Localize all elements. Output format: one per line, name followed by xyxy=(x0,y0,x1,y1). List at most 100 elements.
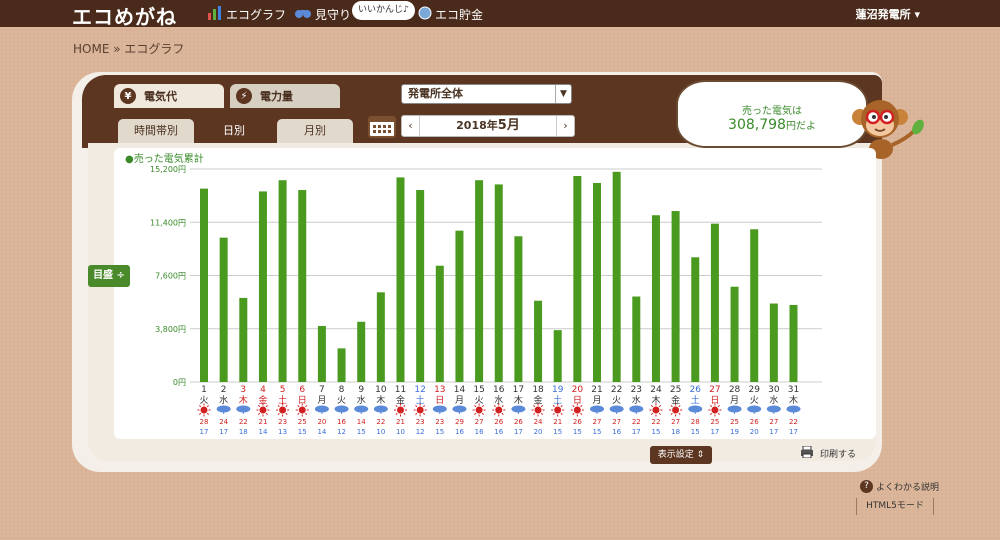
x-tick-day: 13 xyxy=(434,385,445,395)
x-tick-weekday: 月 xyxy=(730,395,739,406)
sun-ray xyxy=(297,412,300,415)
bar xyxy=(239,297,248,382)
sun-ray xyxy=(709,412,713,415)
question-icon: ? xyxy=(860,480,873,493)
bar xyxy=(534,300,543,382)
temp-high: 28 xyxy=(691,418,700,426)
bar xyxy=(357,321,366,382)
temp-low: 18 xyxy=(239,428,248,436)
x-tick-day: 16 xyxy=(493,385,505,395)
temp-low: 17 xyxy=(632,428,641,436)
x-tick-day: 18 xyxy=(532,385,544,395)
sun-ray xyxy=(474,412,477,415)
temp-low: 17 xyxy=(789,428,798,436)
temp-high: 26 xyxy=(494,418,503,426)
temp-low: 16 xyxy=(475,428,484,436)
sun-ray xyxy=(658,412,661,415)
x-tick-day: 31 xyxy=(788,385,799,395)
temp-low: 15 xyxy=(553,428,562,436)
y-tick-label: 3,800円 xyxy=(155,325,186,334)
temp-low: 10 xyxy=(396,428,405,436)
sun-ray xyxy=(415,412,418,415)
x-tick-day: 17 xyxy=(513,385,524,395)
help-label: よくわかる説明 xyxy=(876,483,940,493)
bar xyxy=(435,265,444,382)
sun-ray xyxy=(552,412,555,415)
sun-icon xyxy=(573,406,581,414)
sun-ray xyxy=(258,412,261,415)
temp-high: 27 xyxy=(475,418,484,426)
print-button[interactable]: 印刷する xyxy=(800,445,856,461)
sun-icon xyxy=(711,406,719,414)
temp-high: 21 xyxy=(396,418,405,426)
temp-low: 15 xyxy=(691,428,700,436)
x-tick-weekday: 火 xyxy=(612,395,621,406)
temp-low: 12 xyxy=(337,428,346,436)
temp-low: 18 xyxy=(671,428,680,436)
sun-icon xyxy=(259,406,267,414)
temp-high: 27 xyxy=(593,418,602,426)
sun-icon xyxy=(416,406,424,414)
bar xyxy=(671,211,680,382)
y-tick-label: 11,400円 xyxy=(150,218,186,227)
sun-icon xyxy=(672,406,680,414)
temp-low: 15 xyxy=(298,428,307,436)
x-tick-day: 29 xyxy=(748,385,760,395)
sun-ray xyxy=(403,412,406,415)
bar xyxy=(376,292,385,382)
bar xyxy=(317,325,326,382)
sun-ray xyxy=(717,412,720,415)
x-tick-weekday: 水 xyxy=(769,394,778,406)
sun-icon xyxy=(200,406,208,414)
x-tick-day: 22 xyxy=(611,385,622,395)
x-tick-weekday: 土 xyxy=(691,394,700,406)
x-tick-day: 5 xyxy=(280,385,286,395)
sun-ray xyxy=(277,412,280,415)
bar xyxy=(789,304,798,382)
temp-high: 22 xyxy=(651,418,660,426)
temp-low: 10 xyxy=(376,428,385,436)
x-tick-weekday: 日 xyxy=(435,395,444,406)
temp-high: 16 xyxy=(337,418,346,426)
x-tick-weekday: 火 xyxy=(337,395,346,406)
temp-low: 14 xyxy=(258,428,267,436)
bar xyxy=(416,190,425,382)
bar xyxy=(475,180,484,382)
sun-ray xyxy=(560,412,563,415)
x-tick-day: 8 xyxy=(339,385,345,395)
temp-high: 24 xyxy=(219,418,228,426)
temp-high: 22 xyxy=(632,418,641,426)
sun-icon xyxy=(495,406,503,414)
x-tick-day: 12 xyxy=(414,385,425,395)
temp-low: 12 xyxy=(416,428,425,436)
x-tick-day: 24 xyxy=(650,385,662,395)
sun-ray xyxy=(540,412,543,415)
bar xyxy=(278,180,287,382)
x-tick-day: 25 xyxy=(670,385,681,395)
x-tick-day: 30 xyxy=(768,385,780,395)
x-tick-day: 10 xyxy=(375,385,387,395)
bar xyxy=(396,177,405,382)
sun-ray xyxy=(481,412,485,415)
temp-high: 23 xyxy=(278,418,287,426)
html5-mode-button[interactable]: HTML5モード xyxy=(856,498,934,515)
temp-low: 15 xyxy=(357,428,366,436)
temp-high: 25 xyxy=(298,418,307,426)
bar xyxy=(651,215,660,382)
x-tick-weekday: 木 xyxy=(239,394,248,406)
sun-ray xyxy=(501,412,504,415)
help-link[interactable]: ? よくわかる説明 xyxy=(860,480,939,493)
temp-high: 14 xyxy=(357,418,366,426)
x-tick-weekday: 月 xyxy=(592,395,601,406)
bar xyxy=(593,183,601,382)
temp-high: 25 xyxy=(730,418,739,426)
display-settings-button[interactable]: 表示設定 ⇕ xyxy=(650,446,712,464)
temp-low: 17 xyxy=(200,428,209,436)
x-tick-weekday: 木 xyxy=(514,394,523,406)
temp-high: 28 xyxy=(200,418,209,426)
y-tick-label: 15,200円 xyxy=(150,165,186,174)
bar xyxy=(455,230,464,382)
x-tick-day: 2 xyxy=(221,385,227,395)
bar xyxy=(219,237,228,382)
temp-high: 23 xyxy=(435,418,444,426)
